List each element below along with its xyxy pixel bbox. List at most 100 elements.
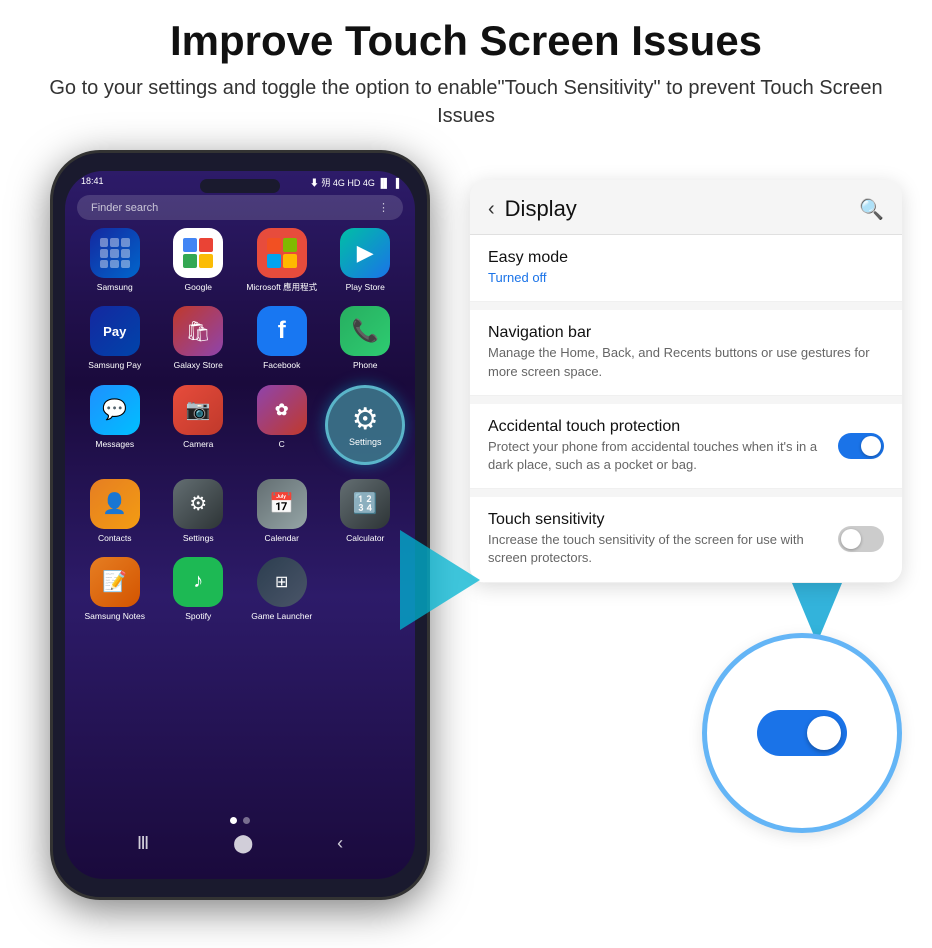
app-contacts-label: Contacts [98, 533, 132, 543]
app-settings-overlay-item[interactable]: ⚙ Settings [329, 385, 401, 465]
accidental-touch-title: Accidental touch protection [488, 418, 838, 436]
app-samsung-label: Samsung [97, 282, 133, 292]
header-section: Improve Touch Screen Issues Go to your s… [0, 0, 932, 140]
app-galaxystore-label: Galaxy Store [174, 360, 223, 370]
app-calculator-label: Calculator [346, 533, 384, 543]
app-camera-label: Camera [183, 439, 213, 449]
app-gamelauncher[interactable]: ⊞ Game Launcher [246, 557, 318, 621]
facebook-icon: f [257, 306, 307, 356]
app-spotify-label: Spotify [185, 611, 211, 621]
page-subtitle: Go to your settings and toggle the optio… [20, 74, 912, 130]
gap-3 [470, 489, 902, 497]
finder-search-text: Finder search [91, 202, 158, 214]
gamelauncher-icon: ⊞ [257, 557, 307, 607]
app-row-2: Pay Samsung Pay 🛍 Galaxy Store [73, 306, 407, 370]
app-grid: Samsung Google [65, 228, 415, 621]
bixby-icon: ✿ [257, 385, 307, 435]
gap-1 [470, 302, 902, 310]
app-playstore-label: Play Store [346, 282, 385, 292]
app-settings[interactable]: ⚙ Settings [162, 479, 234, 543]
accidental-touch-toggle[interactable] [838, 433, 884, 459]
app-calendar[interactable]: 📅 Calendar [246, 479, 318, 543]
app-samsung[interactable]: Samsung [79, 228, 151, 292]
toggle-zoom-circle [702, 633, 902, 833]
app-camera[interactable]: 📷 Camera [162, 385, 234, 465]
settings-panel: ‹ Display 🔍 Easy mode Turned off Navigat… [470, 180, 902, 582]
status-icons: ⬇ 㱚 4G HD 4G ▐▌ ▐ [310, 176, 399, 189]
microsoft-icon [257, 228, 307, 278]
back-button[interactable]: ‹ [488, 198, 495, 221]
phone-screen: 18:41 ⬇ 㱚 4G HD 4G ▐▌ ▐ Finder search ⋮ [65, 171, 415, 879]
gear-icon: ⚙ [352, 402, 379, 437]
zoom-toggle-display [757, 710, 847, 756]
phone-mockup: 18:41 ⬇ 㱚 4G HD 4G ▐▌ ▐ Finder search ⋮ [30, 150, 450, 900]
app-samsungpay[interactable]: Pay Samsung Pay [79, 306, 151, 370]
playstore-icon: ▶ [340, 228, 390, 278]
samsungnotes-icon: 📝 [90, 557, 140, 607]
zoom-circle-container [470, 633, 902, 833]
nav-home-button[interactable]: ⬤ [233, 833, 253, 854]
app-calendar-label: Calendar [265, 533, 300, 543]
app-samsungnotes-label: Samsung Notes [85, 611, 145, 621]
app-row-5: 📝 Samsung Notes ♪ Spotify ⊞ [73, 557, 407, 621]
app-messages-label: Messages [95, 439, 134, 449]
app-samsungnotes[interactable]: 📝 Samsung Notes [79, 557, 151, 621]
content-area: 18:41 ⬇ 㱚 4G HD 4G ▐▌ ▐ Finder search ⋮ [0, 140, 932, 900]
accidental-touch-subtitle: Protect your phone from accidental touch… [488, 438, 838, 474]
settings-icon: ⚙ [173, 479, 223, 529]
easy-mode-title: Easy mode [488, 249, 884, 267]
app-microsoft[interactable]: Microsoft 應用程式 [246, 228, 318, 292]
navigation-bar-item[interactable]: Navigation bar Manage the Home, Back, an… [470, 310, 902, 395]
display-title: Display [505, 196, 577, 222]
settings-header-left: ‹ Display [488, 196, 577, 222]
spotify-icon: ♪ [173, 557, 223, 607]
google-icon [173, 228, 223, 278]
finder-search-dots[interactable]: ⋮ [378, 201, 389, 214]
nav-indicator [230, 817, 250, 824]
search-icon[interactable]: 🔍 [859, 197, 884, 222]
app-spotify[interactable]: ♪ Spotify [162, 557, 234, 621]
contacts-icon: 👤 [90, 479, 140, 529]
phone-notch [200, 179, 280, 193]
app-phone[interactable]: 📞 Phone [329, 306, 401, 370]
phone-icon: 📞 [340, 306, 390, 356]
navigation-bar-title: Navigation bar [488, 324, 884, 342]
app-bixby-label: C [279, 439, 285, 449]
app-playstore[interactable]: ▶ Play Store [329, 228, 401, 292]
app-calculator[interactable]: 🔢 Calculator [329, 479, 401, 543]
nav-recents-button[interactable]: ‹ [337, 833, 343, 854]
galaxystore-icon: 🛍 [173, 306, 223, 356]
nav-back-button[interactable]: Ⅲ [137, 833, 149, 854]
app-facebook[interactable]: f Facebook [246, 306, 318, 370]
finder-search-bar[interactable]: Finder search ⋮ [77, 195, 403, 220]
samsung-icon [90, 228, 140, 278]
touch-sensitivity-subtitle: Increase the touch sensitivity of the sc… [488, 531, 838, 567]
app-contacts[interactable]: 👤 Contacts [79, 479, 151, 543]
app-messages[interactable]: 💬 Messages [79, 385, 151, 465]
touch-sensitivity-item: Touch sensitivity Increase the touch sen… [470, 497, 902, 582]
nav-dot-1 [230, 817, 237, 824]
touch-sensitivity-title: Touch sensitivity [488, 511, 838, 529]
app-galaxystore[interactable]: 🛍 Galaxy Store [162, 306, 234, 370]
app-google[interactable]: Google [162, 228, 234, 292]
app-gamelauncher-label: Game Launcher [251, 611, 312, 621]
touch-sensitivity-toggle[interactable] [838, 526, 884, 552]
calculator-icon: 🔢 [340, 479, 390, 529]
app-bixby[interactable]: ✿ C [246, 385, 318, 465]
calendar-icon: 📅 [257, 479, 307, 529]
app-google-label: Google [185, 282, 212, 292]
easy-mode-item[interactable]: Easy mode Turned off [470, 235, 902, 302]
camera-icon: 📷 [173, 385, 223, 435]
app-settings-label: Settings [183, 533, 214, 543]
easy-mode-subtitle: Turned off [488, 269, 884, 287]
gap-2 [470, 396, 902, 404]
accidental-touch-item: Accidental touch protection Protect your… [470, 404, 902, 489]
settings-panel-wrapper: ‹ Display 🔍 Easy mode Turned off Navigat… [470, 160, 902, 832]
app-row-3: 💬 Messages 📷 Camera ✿ [73, 385, 407, 465]
settings-circle-overlay[interactable]: ⚙ Settings [325, 385, 405, 465]
app-facebook-label: Facebook [263, 360, 300, 370]
nav-dot-2 [243, 817, 250, 824]
app-row-4: 👤 Contacts ⚙ Settings 📅 [73, 479, 407, 543]
settings-circle-label: Settings [349, 437, 382, 447]
status-time: 18:41 [81, 176, 104, 189]
